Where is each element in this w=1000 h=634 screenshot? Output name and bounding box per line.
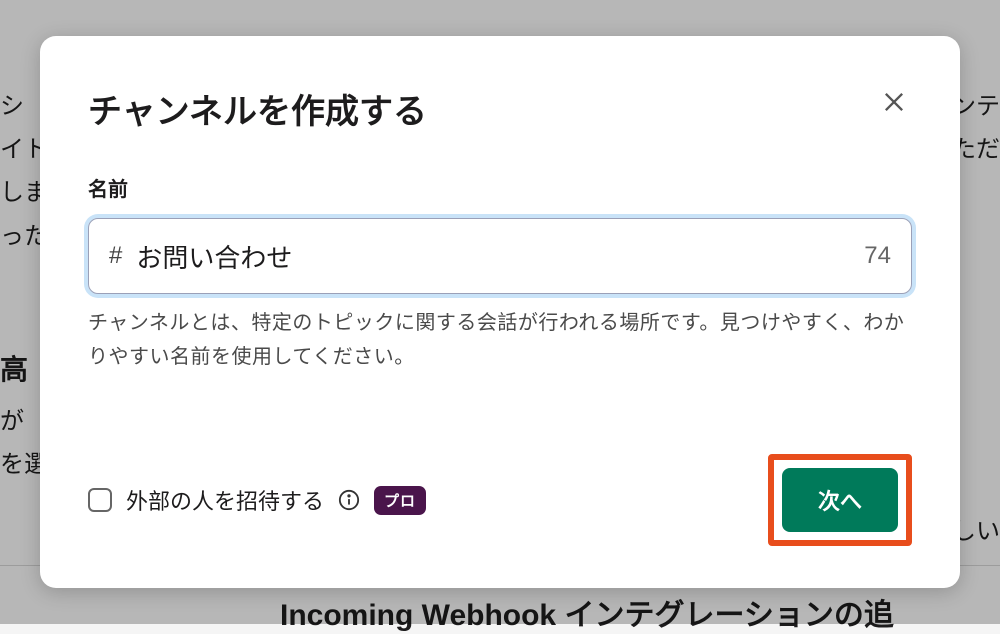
modal-header: チャンネルを作成する bbox=[88, 84, 912, 133]
hash-icon: # bbox=[109, 242, 122, 270]
name-helper-text: チャンネルとは、特定のトピックに関する会話が行われる場所です。見つけやすく、わか… bbox=[88, 306, 912, 374]
invite-external-checkbox[interactable] bbox=[88, 488, 112, 512]
pro-badge: プロ bbox=[374, 486, 426, 515]
close-button[interactable] bbox=[876, 84, 912, 120]
info-icon[interactable] bbox=[338, 489, 360, 511]
invite-external-group: 外部の人を招待する プロ bbox=[88, 484, 426, 516]
modal-title: チャンネルを作成する bbox=[88, 84, 427, 133]
modal-footer: 外部の人を招待する プロ 次へ bbox=[88, 454, 912, 546]
next-button[interactable]: 次へ bbox=[782, 468, 898, 532]
close-icon bbox=[880, 88, 908, 116]
next-button-highlight: 次へ bbox=[768, 454, 912, 546]
channel-name-input-wrap[interactable]: # 74 bbox=[88, 218, 912, 294]
create-channel-modal: チャンネルを作成する 名前 # 74 チャンネルとは、特定のトピックに関する会話… bbox=[40, 36, 960, 588]
name-field-label: 名前 bbox=[88, 173, 912, 202]
channel-name-input[interactable] bbox=[136, 241, 854, 272]
char-count: 74 bbox=[864, 242, 891, 270]
invite-external-label: 外部の人を招待する bbox=[126, 484, 324, 516]
